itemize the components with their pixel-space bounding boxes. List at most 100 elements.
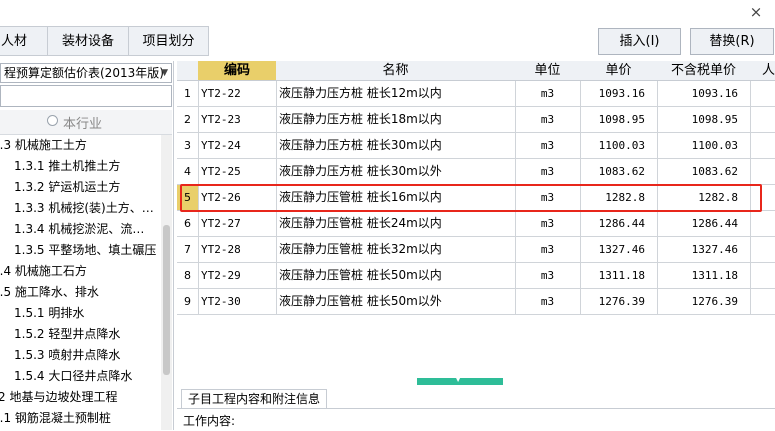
unit-cell[interactable]: m3 — [515, 185, 581, 211]
tree-node[interactable]: 1.5 施工降水、排水 — [0, 282, 99, 303]
code-cell[interactable]: YT2-30 — [198, 289, 277, 315]
tree-scrollbar[interactable] — [161, 135, 172, 430]
row-number-cell[interactable]: 9 — [177, 289, 199, 315]
unit-cell[interactable]: m3 — [515, 237, 581, 263]
tree-node[interactable]: 1.3.1 推土机推土方 — [14, 156, 120, 177]
tree-node[interactable]: 2.1 钢筋混凝土预制桩 — [0, 408, 111, 429]
name-cell[interactable]: 液压静力压管桩 桩长16m以内 — [276, 185, 516, 211]
more-cell[interactable] — [750, 237, 775, 263]
name-cell[interactable]: 液压静力压方桩 桩长30m以内 — [276, 133, 516, 159]
tree-node[interactable]: 1.5.1 明排水 — [14, 303, 84, 324]
price-ex-tax-cell[interactable]: 1282.8 — [657, 185, 751, 211]
price-cell[interactable]: 1327.46 — [580, 237, 658, 263]
tree-node[interactable]: 2 地基与边坡处理工程 — [0, 387, 117, 408]
price-cell[interactable]: 1276.39 — [580, 289, 658, 315]
name-cell[interactable]: 液压静力压方桩 桩长12m以内 — [276, 81, 516, 107]
tree-node[interactable]: 1.3.5 平整场地、填土碾压 — [14, 240, 156, 261]
replace-button[interactable]: 替换(R) — [690, 28, 774, 55]
more-cell[interactable] — [750, 289, 775, 315]
header-more[interactable]: 人 — [750, 61, 775, 81]
price-ex-tax-cell[interactable]: 1098.95 — [657, 107, 751, 133]
price-cell[interactable]: 1100.03 — [580, 133, 658, 159]
row-number-cell[interactable]: 4 — [177, 159, 199, 185]
header-price[interactable]: 单价 — [580, 61, 658, 81]
name-cell[interactable]: 液压静力压方桩 桩长18m以内 — [276, 107, 516, 133]
row-number-cell[interactable]: 5 — [177, 185, 199, 211]
price-ex-tax-cell[interactable]: 1083.62 — [657, 159, 751, 185]
unit-cell[interactable]: m3 — [515, 107, 581, 133]
panel-splitter[interactable]: ▼ — [177, 374, 775, 386]
code-cell[interactable]: YT2-24 — [198, 133, 277, 159]
code-cell[interactable]: YT2-27 — [198, 211, 277, 237]
row-number-cell[interactable]: 8 — [177, 263, 199, 289]
collapse-handle[interactable]: ▼ — [417, 374, 503, 385]
tree-node[interactable]: 1.3.4 机械挖淤泥、流… — [14, 219, 144, 240]
price-cell[interactable]: 1093.16 — [580, 81, 658, 107]
price-ex-tax-cell[interactable]: 1311.18 — [657, 263, 751, 289]
price-cell[interactable]: 1098.95 — [580, 107, 658, 133]
unit-cell[interactable]: m3 — [515, 289, 581, 315]
name-cell[interactable]: 液压静力压管桩 桩长50m以外 — [276, 289, 516, 315]
row-number-cell[interactable]: 6 — [177, 211, 199, 237]
row-number-cell[interactable]: 2 — [177, 107, 199, 133]
more-cell[interactable] — [750, 211, 775, 237]
code-cell[interactable]: YT2-29 — [198, 263, 277, 289]
code-cell[interactable]: YT2-25 — [198, 159, 277, 185]
row-number-cell[interactable]: 1 — [177, 81, 199, 107]
more-cell[interactable] — [750, 107, 775, 133]
header-row-number — [177, 61, 199, 81]
code-cell[interactable]: YT2-23 — [198, 107, 277, 133]
header-price-ex-tax[interactable]: 不含税单价 — [657, 61, 751, 81]
price-cell[interactable]: 1311.18 — [580, 263, 658, 289]
price-ex-tax-cell[interactable]: 1276.39 — [657, 289, 751, 315]
row-number-cell[interactable]: 3 — [177, 133, 199, 159]
insert-button[interactable]: 插入(I) — [598, 28, 681, 55]
tab-content-notes[interactable]: 子目工程内容和附注信息 — [181, 389, 328, 409]
tab-labor-materials-machines[interactable]: 人材机 — [0, 26, 48, 79]
more-cell[interactable] — [750, 263, 775, 289]
more-cell[interactable] — [750, 159, 775, 185]
search-input[interactable] — [0, 85, 172, 107]
scrollbar-thumb[interactable] — [163, 225, 170, 375]
more-cell[interactable] — [750, 185, 775, 211]
price-cell[interactable]: 1286.44 — [580, 211, 658, 237]
unit-cell[interactable]: m3 — [515, 159, 581, 185]
row-number-cell[interactable]: 7 — [177, 237, 199, 263]
scope-radio[interactable] — [47, 115, 58, 126]
tab-project-division[interactable]: 项目划分 — [128, 26, 209, 56]
tree-node[interactable]: 1.5.3 喷射井点降水 — [14, 345, 120, 366]
unit-cell[interactable]: m3 — [515, 263, 581, 289]
tree-node[interactable]: 1.3.2 铲运机运土方 — [14, 177, 120, 198]
price-ex-tax-cell[interactable]: 1327.46 — [657, 237, 751, 263]
unit-cell[interactable]: m3 — [515, 211, 581, 237]
unit-cell[interactable]: m3 — [515, 81, 581, 107]
tree-node[interactable]: 1.4 机械施工石方 — [0, 261, 87, 282]
name-cell[interactable]: 液压静力压管桩 桩长24m以内 — [276, 211, 516, 237]
name-cell[interactable]: 液压静力压管桩 桩长50m以内 — [276, 263, 516, 289]
code-cell[interactable]: YT2-26 — [198, 185, 277, 211]
code-cell[interactable]: YT2-22 — [198, 81, 277, 107]
more-cell[interactable] — [750, 133, 775, 159]
header-unit[interactable]: 单位 — [515, 61, 581, 81]
price-ex-tax-cell[interactable]: 1100.03 — [657, 133, 751, 159]
tree-node[interactable]: 1.5.2 轻型井点降水 — [14, 324, 120, 345]
price-ex-tax-cell[interactable]: 1093.16 — [657, 81, 751, 107]
unit-cell[interactable]: m3 — [515, 133, 581, 159]
category-tree: 1.3 机械施工土方 1.3.1 推土机推土方 1.3.2 铲运机运土方 1.3… — [0, 135, 160, 430]
library-select[interactable]: 程预算定额估价表(2013年版) ▼ — [0, 63, 172, 83]
close-icon[interactable]: × — [741, 1, 771, 23]
name-cell[interactable]: 液压静力压管桩 桩长32m以内 — [276, 237, 516, 263]
tab-bar: 人材机 装材设备 项目划分 插入(I) 替换(R) — [0, 26, 775, 79]
price-cell[interactable]: 1083.62 — [580, 159, 658, 185]
price-cell[interactable]: 1282.8 — [580, 185, 658, 211]
name-cell[interactable]: 液压静力压方桩 桩长30m以外 — [276, 159, 516, 185]
tree-node[interactable]: 1.3.3 机械挖(装)土方、… — [14, 198, 154, 219]
price-ex-tax-cell[interactable]: 1286.44 — [657, 211, 751, 237]
tree-node[interactable]: 1.3 机械施工土方 — [0, 135, 87, 156]
header-name[interactable]: 名称 — [276, 61, 516, 81]
tab-materials-equipment[interactable]: 装材设备 — [47, 26, 129, 56]
tree-node[interactable]: 1.5.4 大口径井点降水 — [14, 366, 132, 387]
more-cell[interactable] — [750, 81, 775, 107]
header-code[interactable]: 编码 — [198, 61, 277, 81]
code-cell[interactable]: YT2-28 — [198, 237, 277, 263]
